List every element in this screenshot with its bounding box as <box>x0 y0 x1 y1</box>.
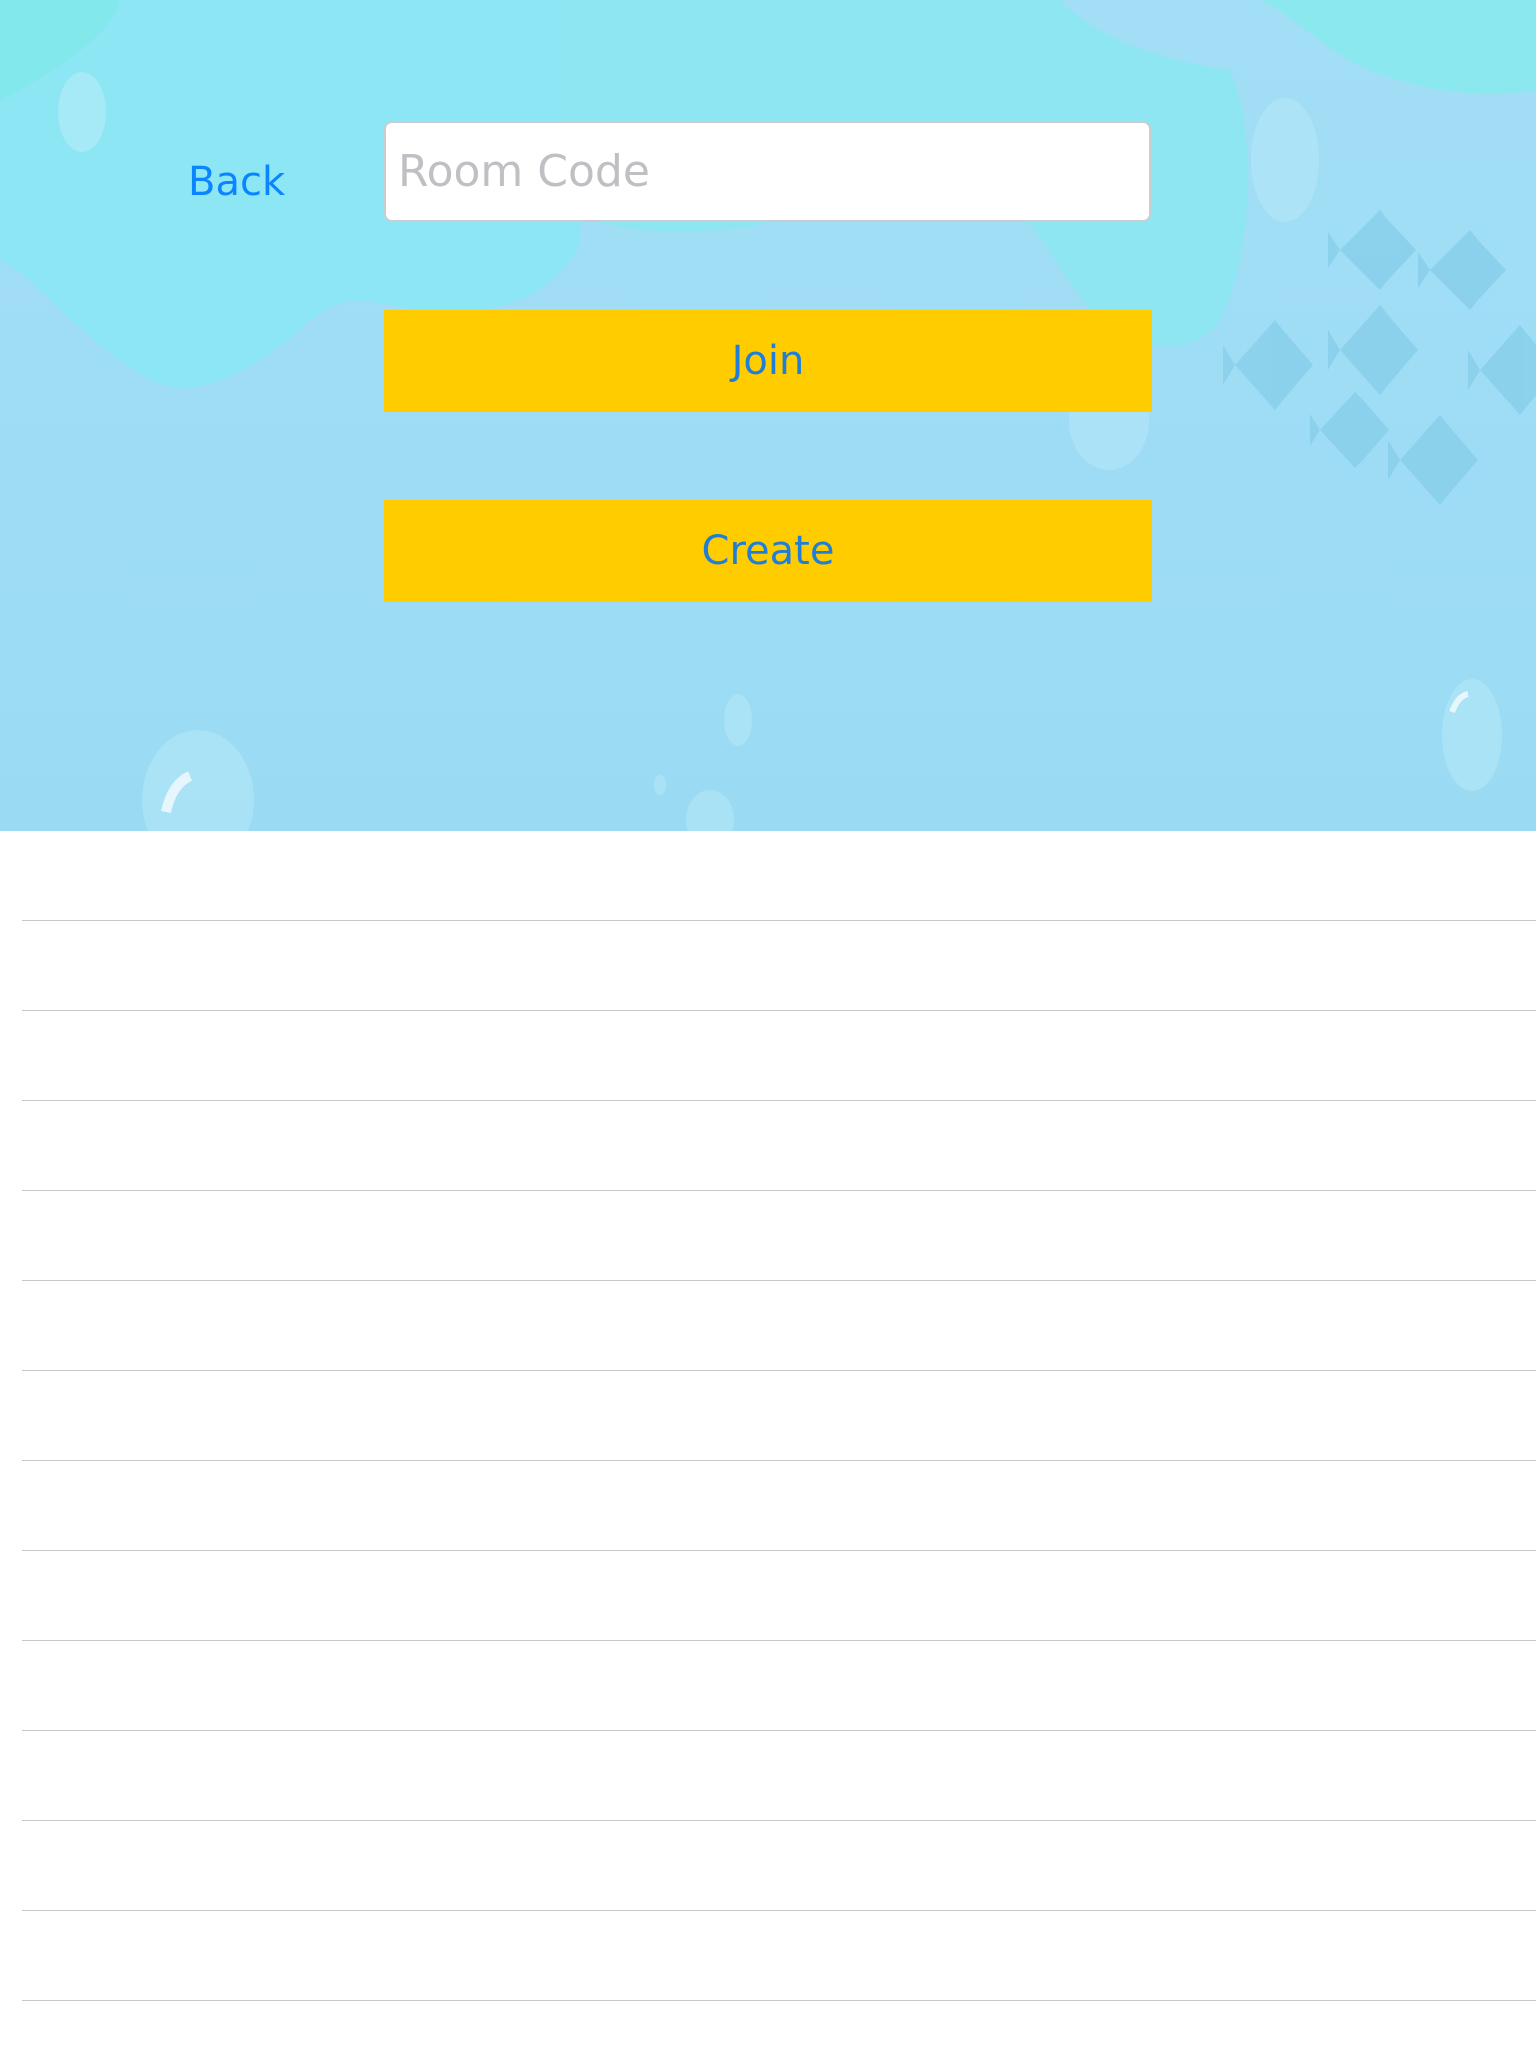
room-code-input[interactable] <box>384 121 1151 222</box>
list-row[interactable] <box>22 831 1536 921</box>
list-row[interactable] <box>22 1551 1536 1641</box>
list-row[interactable] <box>22 1731 1536 1821</box>
list-row[interactable] <box>22 1371 1536 1461</box>
list-row[interactable] <box>22 1191 1536 1281</box>
list-row[interactable] <box>22 1911 1536 2001</box>
list-row[interactable] <box>22 1011 1536 1101</box>
fish-school-illustration <box>1223 210 1536 505</box>
create-button[interactable]: Create <box>384 500 1152 602</box>
room-list <box>0 831 1536 2048</box>
list-row[interactable] <box>22 1461 1536 1551</box>
list-row[interactable] <box>22 1101 1536 1191</box>
list-row[interactable] <box>22 921 1536 1011</box>
ocean-background: Back Join Create <box>0 0 1536 831</box>
back-button[interactable]: Back <box>188 158 285 206</box>
list-row[interactable] <box>22 1821 1536 1911</box>
list-row[interactable] <box>22 1641 1536 1731</box>
join-button[interactable]: Join <box>384 310 1152 412</box>
list-row[interactable] <box>22 1281 1536 1371</box>
